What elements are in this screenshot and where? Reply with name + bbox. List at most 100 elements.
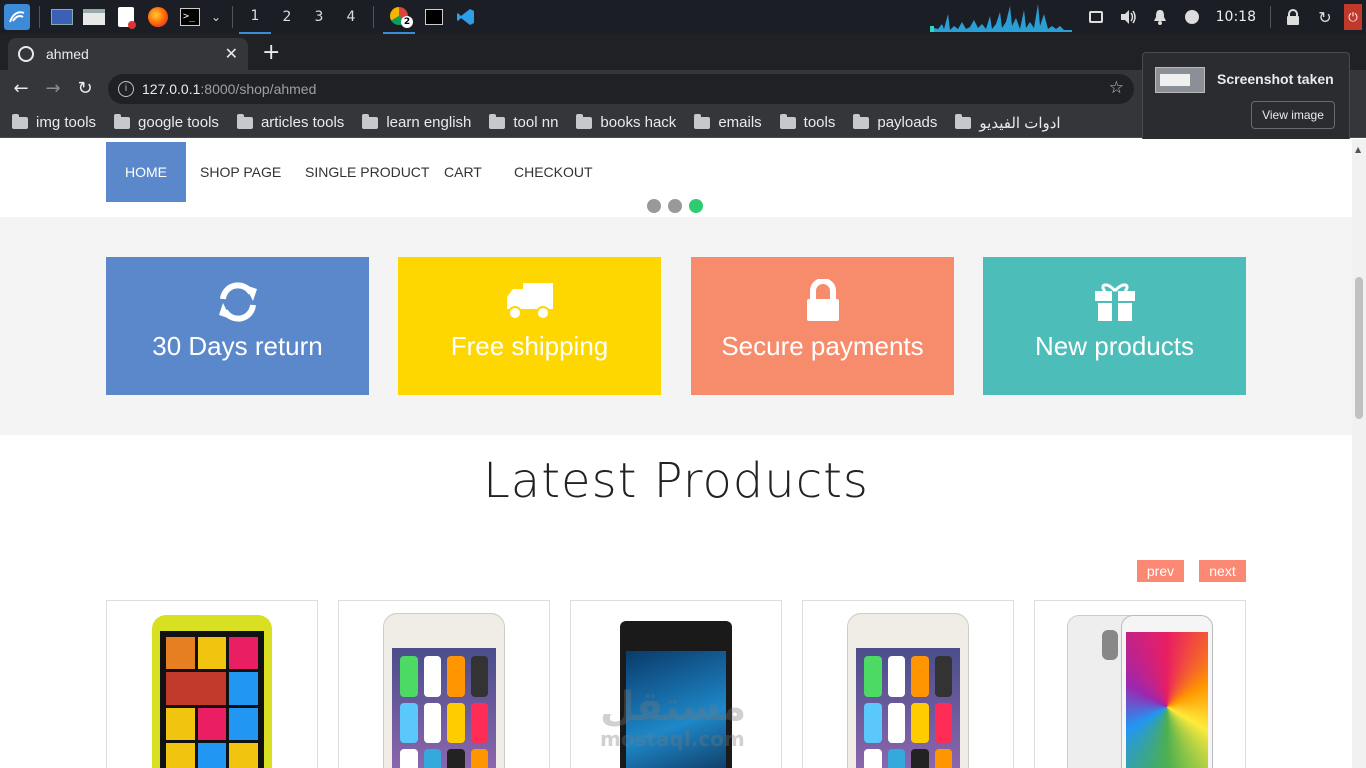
product-image[interactable]: [847, 613, 969, 768]
address-bar[interactable]: i 127.0.0.1:8000/shop/ahmed ☆: [108, 74, 1134, 104]
clock[interactable]: 10:18: [1216, 9, 1256, 25]
volume-icon[interactable]: [1115, 4, 1141, 30]
workspace-2[interactable]: 2: [271, 9, 303, 25]
bookmark-label: tool nn: [513, 114, 559, 131]
product-image[interactable]: [152, 615, 272, 768]
bookmark-folder[interactable]: google tools: [114, 113, 219, 131]
menu-item-home[interactable]: Home: [106, 142, 186, 202]
window-count-badge: 2: [401, 16, 413, 28]
product-image[interactable]: [1121, 615, 1213, 768]
slider-dot[interactable]: [668, 199, 682, 213]
folder-icon: [853, 113, 870, 129]
refresh-icon: [215, 279, 261, 332]
watermark-logo: مستقل: [600, 684, 747, 730]
menu-item-single-product[interactable]: Single product: [305, 142, 429, 202]
text-editor-icon[interactable]: [113, 4, 139, 30]
screenshot-thumbnail[interactable]: [1155, 67, 1205, 93]
folder-icon: [12, 113, 28, 129]
bookmark-folder[interactable]: emails: [694, 113, 762, 131]
logout-icon[interactable]: ⏻: [1344, 4, 1362, 30]
bookmark-folder[interactable]: img tools: [12, 113, 96, 131]
slider-pagination: [647, 199, 710, 213]
bookmark-folder[interactable]: ادوات الفيديو: [955, 113, 1061, 132]
watermark-url: mostaql.com: [600, 727, 745, 751]
power-manager-icon[interactable]: [1179, 4, 1205, 30]
product-card[interactable]: [338, 600, 550, 768]
file-manager-icon[interactable]: [81, 4, 107, 30]
scrollbar-thumb[interactable]: [1355, 277, 1363, 419]
terminal-window-icon[interactable]: [421, 4, 447, 30]
close-icon[interactable]: ✕: [225, 44, 238, 64]
gift-icon: [1093, 279, 1137, 330]
promo-free-shipping: Free shipping: [398, 257, 661, 395]
bookmark-folder[interactable]: payloads: [853, 113, 938, 131]
chevron-down-icon[interactable]: ⌄: [209, 4, 223, 30]
reload-button[interactable]: ↻: [74, 78, 96, 99]
folder-icon: [489, 113, 506, 129]
forward-button[interactable]: →: [42, 78, 64, 99]
screen-icon[interactable]: [1083, 4, 1109, 30]
latest-products-heading: Latest Products: [483, 453, 869, 509]
workspace-4[interactable]: 4: [335, 9, 367, 25]
chrome-window-icon[interactable]: 2: [383, 0, 415, 34]
slider-dot[interactable]: [647, 199, 661, 213]
show-desktop-icon[interactable]: [49, 4, 75, 30]
cpu-graph: [930, 4, 1072, 32]
bookmark-label: tools: [803, 114, 836, 131]
taskbar-separator: [373, 6, 374, 28]
main-menu: Home Shop page Single product Cart Check…: [0, 139, 1352, 203]
bookmark-folder[interactable]: tools: [779, 113, 836, 131]
refresh-session-icon[interactable]: ↻: [1312, 4, 1338, 30]
prev-button[interactable]: prev: [1137, 560, 1184, 582]
menu-item-checkout[interactable]: Checkout: [514, 142, 593, 202]
workspace-1[interactable]: 1: [239, 0, 271, 34]
firefox-icon[interactable]: [145, 4, 171, 30]
scroll-up-icon[interactable]: ▲: [1355, 145, 1361, 154]
notification-title: Screenshot taken: [1217, 71, 1334, 87]
product-card[interactable]: [1034, 600, 1246, 768]
bookmark-label: google tools: [138, 114, 219, 131]
page-scrollbar[interactable]: ▲: [1352, 139, 1366, 768]
bookmark-label: articles tools: [260, 114, 345, 131]
folder-icon: [576, 113, 593, 129]
vscode-icon[interactable]: [453, 4, 479, 30]
truck-icon: [505, 279, 555, 330]
site-info-icon[interactable]: i: [118, 81, 134, 97]
bookmark-folder[interactable]: articles tools: [236, 113, 345, 131]
workspace-3[interactable]: 3: [303, 9, 335, 25]
view-image-button[interactable]: View image: [1251, 101, 1335, 129]
slider-dot-active[interactable]: [689, 199, 703, 213]
bookmark-folder[interactable]: learn english: [362, 113, 471, 131]
promo-label: 30 Days return: [152, 331, 323, 361]
notification-bell-icon[interactable]: [1147, 4, 1173, 30]
product-image[interactable]: [383, 613, 505, 768]
back-button[interactable]: ←: [10, 78, 32, 99]
bookmark-label: payloads: [877, 114, 938, 131]
folder-icon: [955, 113, 972, 129]
lock-screen-icon[interactable]: [1280, 4, 1306, 30]
web-page: Home Shop page Single product Cart Check…: [0, 139, 1352, 768]
menu-item-cart[interactable]: Cart: [444, 142, 482, 202]
product-card[interactable]: [802, 600, 1014, 768]
next-button[interactable]: next: [1199, 560, 1246, 582]
bookmark-label: emails: [718, 114, 762, 131]
bookmark-folder[interactable]: tool nn: [489, 113, 559, 131]
taskbar-separator: [1270, 6, 1271, 28]
folder-icon: [362, 113, 379, 129]
app-menu-icon[interactable]: [4, 4, 30, 30]
new-tab-button[interactable]: +: [262, 40, 280, 65]
taskbar-separator: [39, 6, 40, 28]
folder-icon: [694, 113, 711, 129]
bookmark-folder[interactable]: books hack: [576, 113, 676, 131]
menu-item-shop-page[interactable]: Shop page: [200, 142, 281, 202]
promo-label: New products: [1035, 331, 1194, 361]
terminal-icon[interactable]: >_: [177, 4, 203, 30]
product-card[interactable]: [106, 600, 318, 768]
promo-30-days-return: 30 Days return: [106, 257, 369, 395]
promo-new-products: New products: [983, 257, 1246, 395]
bookmark-star-icon[interactable]: ☆: [1109, 78, 1124, 98]
browser-tab[interactable]: ahmed ✕: [8, 38, 248, 70]
folder-icon: [236, 113, 253, 129]
globe-icon: [18, 46, 34, 62]
promo-label: Secure payments: [721, 331, 924, 361]
